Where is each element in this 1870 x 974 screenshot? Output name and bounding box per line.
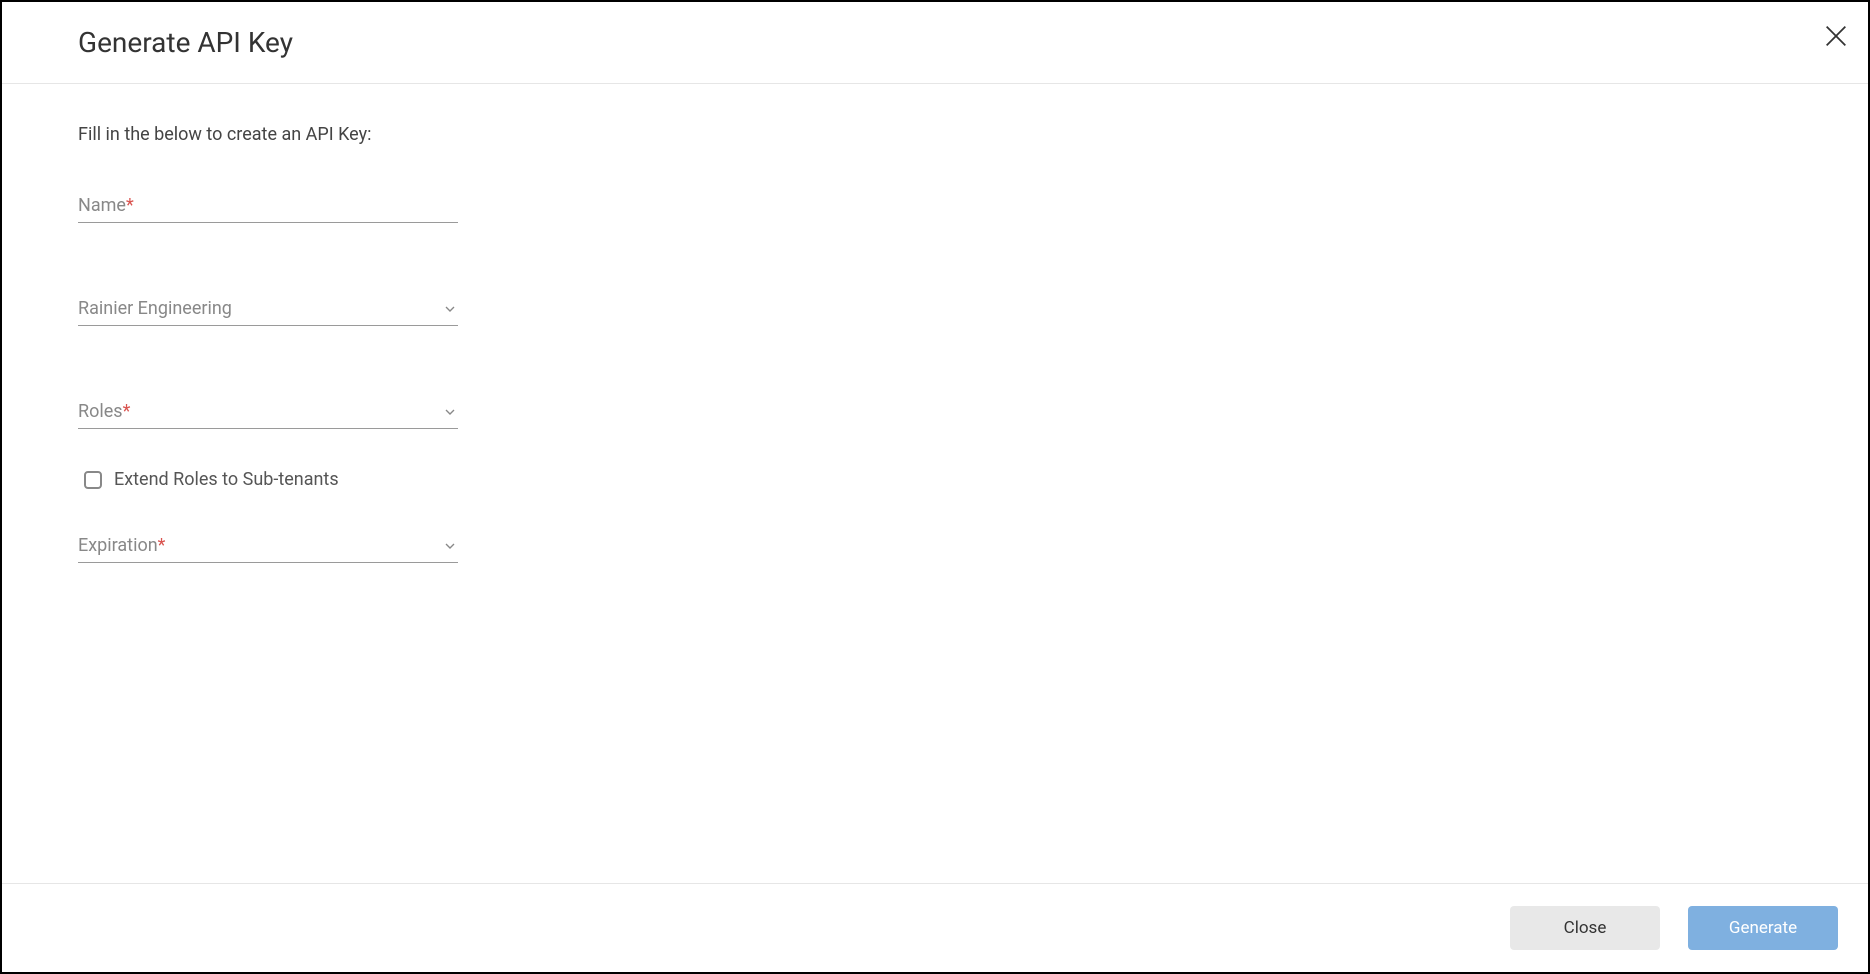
generate-api-key-modal: Generate API Key Fill in the below to cr… [0, 0, 1870, 974]
expiration-label: Expiration* [78, 535, 165, 556]
tenant-select[interactable]: Rainier Engineering [78, 298, 458, 326]
modal-footer: Close Generate [2, 883, 1868, 972]
close-icon[interactable] [1822, 22, 1850, 50]
chevron-down-icon [442, 538, 458, 554]
modal-body: Fill in the below to create an API Key: … [2, 84, 1868, 883]
extend-roles-row: Extend Roles to Sub-tenants [78, 469, 1792, 490]
roles-label: Roles* [78, 401, 130, 422]
generate-button[interactable]: Generate [1688, 906, 1838, 950]
modal-header: Generate API Key [2, 2, 1868, 84]
chevron-down-icon [442, 404, 458, 420]
extend-roles-checkbox[interactable] [84, 471, 102, 489]
expiration-select[interactable]: Expiration* [78, 535, 458, 563]
modal-title: Generate API Key [78, 26, 293, 59]
extend-roles-label: Extend Roles to Sub-tenants [114, 469, 339, 490]
close-button[interactable]: Close [1510, 906, 1660, 950]
intro-text: Fill in the below to create an API Key: [78, 124, 1792, 145]
name-input[interactable] [78, 195, 458, 216]
chevron-down-icon [442, 301, 458, 317]
name-field[interactable]: Name* [78, 195, 458, 223]
roles-select[interactable]: Roles* [78, 401, 458, 429]
tenant-selected-value: Rainier Engineering [78, 298, 442, 319]
